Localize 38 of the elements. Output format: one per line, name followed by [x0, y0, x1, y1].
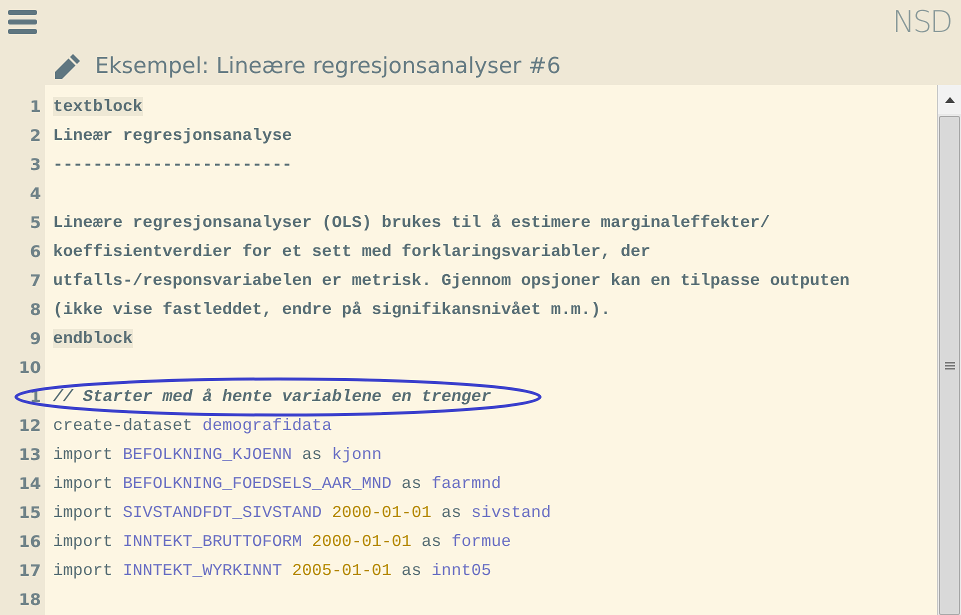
code-line: Lineær regresjonsanalyse: [53, 125, 292, 147]
line-number: 1: [28, 96, 42, 118]
line-number: 16: [18, 531, 42, 553]
logo: NSD: [892, 4, 951, 42]
up-arrow-icon: [944, 96, 954, 102]
code-line: // Starter med å hente variablene en trenger: [53, 386, 492, 408]
line-number: 5: [28, 212, 42, 234]
line-number: 17: [18, 560, 42, 582]
line-number: 2: [28, 125, 42, 147]
line-number: 7: [28, 270, 42, 292]
code-line: import INNTEKT_WYRKINNT 2005-01-01 as innt05: [53, 560, 492, 582]
code-line: import INNTEKT_BRUTTOFORM 2000-01-01 as formue: [53, 531, 512, 553]
code-line: ------------------------: [53, 154, 292, 176]
code-line: import SIVSTANDFDT_SIVSTAND 2000-01-01 as sivstand: [53, 502, 551, 524]
line-number: 9: [28, 328, 42, 350]
line-number: 18: [18, 589, 42, 611]
line-number: 12: [18, 415, 42, 437]
code-line: import BEFOLKNING_FOEDSELS_AAR_MND as faarmnd: [53, 473, 502, 495]
pencil-icon: [54, 53, 81, 80]
grip-icon: [944, 362, 954, 370]
code-line: import BEFOLKNING_KJOENN as kjonn: [53, 444, 382, 466]
code-line: (ikke vise fastleddet, endre på signifikansnivået m.m.).: [53, 299, 611, 321]
line-number: 10: [18, 357, 42, 379]
code-line: utfalls-/responsvariabelen er metrisk. Gjennom opsjoner kan en tilpasse outputen: [53, 270, 850, 292]
scroll-up-button[interactable]: [938, 85, 961, 114]
menu-icon[interactable]: [8, 10, 37, 34]
line-number: 3: [28, 154, 42, 176]
line-number: 4: [28, 183, 42, 205]
line-number: 14: [18, 473, 42, 495]
line-number: 13: [18, 444, 42, 466]
line-number: 8: [28, 299, 42, 321]
code-line: create-dataset demografidata: [53, 415, 332, 437]
code-line: koeffisientverdier for et sett med forklaringsvariabler, der: [53, 241, 650, 263]
line-number: 15: [18, 502, 42, 524]
page-title: Eksempel: Lineære regresjonsanalyser #6: [95, 53, 561, 81]
scrollbar-thumb[interactable]: [939, 116, 960, 615]
line-number: 6: [28, 241, 42, 263]
code-line: Lineære regresjonsanalyser (OLS) brukes til å estimere marginaleffekter/: [53, 212, 770, 234]
